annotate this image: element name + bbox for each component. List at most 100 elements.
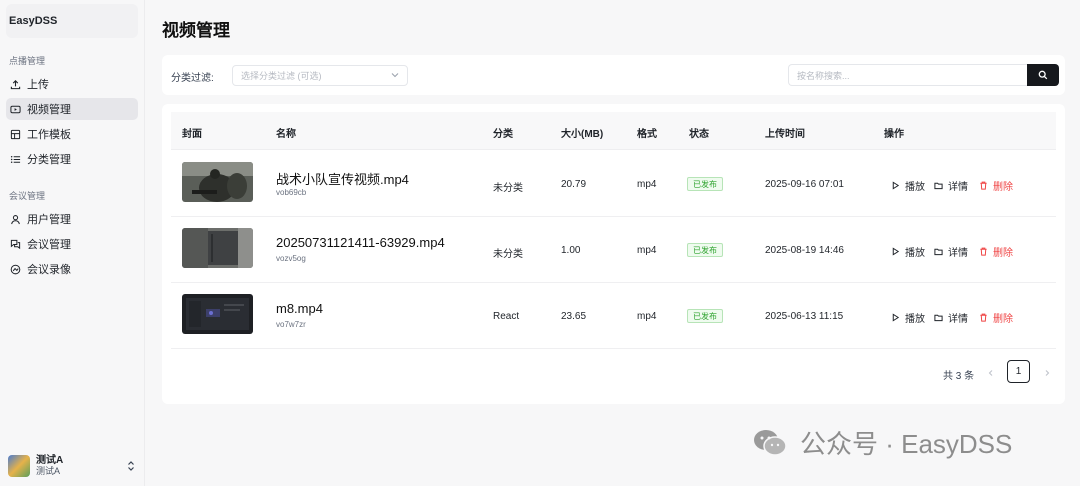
sidebar-item-label: 视频管理 — [27, 104, 71, 116]
video-name[interactable]: 战术小队宣传视频.mp4 — [276, 169, 409, 188]
col-header-actions: 操作 — [884, 129, 904, 140]
sidebar-item-meetings[interactable]: 会议管理 — [6, 233, 138, 255]
detail-label: 详情 — [948, 314, 968, 325]
status-badge: 已发布 — [687, 309, 723, 323]
sidebar-item-label: 上传 — [27, 79, 49, 91]
folder-icon — [934, 248, 943, 256]
template-icon — [9, 128, 21, 140]
list-icon — [9, 153, 21, 165]
delete-button[interactable]: 删除 — [979, 310, 1013, 325]
filter-bar: 分类过滤: 选择分类过滤 (可选) 按名称搜索... — [162, 55, 1065, 95]
sidebar-item-upload[interactable]: 上传 — [6, 73, 138, 95]
user-icon — [9, 213, 21, 225]
trash-icon — [980, 313, 987, 322]
sidebar-item-label: 工作模板 — [27, 129, 71, 141]
sidebar: EasyDSS 点播管理 上传 视频管理 工作模板 分类管理 会议管理 用户管理… — [0, 0, 145, 486]
play-button[interactable]: 播放 — [891, 178, 925, 193]
watermark: 公众号 · EasyDSS — [752, 424, 1012, 461]
play-icon — [892, 181, 900, 190]
pager-total: 共 3 条 — [943, 371, 975, 382]
brand-logo[interactable]: EasyDSS — [6, 4, 138, 38]
video-id: vo7w7zr — [276, 320, 306, 329]
avatar — [8, 455, 30, 477]
table-row: 20250731121411-63929.mp4 vozv5og 未分类 1.0… — [171, 217, 1056, 283]
chevron-left-icon — [988, 370, 993, 376]
user-subtitle: 测试A — [36, 466, 61, 476]
table-row: 战术小队宣传视频.mp4 vob69cb 未分类 20.79 mp4 已发布 2… — [171, 151, 1056, 217]
col-header-upload-time: 上传时间 — [765, 129, 805, 140]
search-placeholder: 按名称搜索... — [797, 70, 850, 81]
category-filter-select[interactable]: 选择分类过滤 (可选) — [232, 65, 408, 86]
status-badge: 已发布 — [687, 177, 723, 191]
search-input[interactable]: 按名称搜索... — [788, 64, 1028, 86]
user-name: 测试A — [36, 455, 64, 466]
detail-label: 详情 — [948, 182, 968, 193]
detail-button[interactable]: 详情 — [934, 310, 968, 325]
video-category: 未分类 — [493, 183, 523, 194]
nav-group-label-vod: 点播管理 — [9, 56, 46, 66]
record-icon — [9, 263, 21, 275]
video-category: React — [493, 311, 520, 322]
nav-group-label-meeting: 会议管理 — [9, 191, 46, 201]
play-label: 播放 — [905, 314, 925, 325]
folder-icon — [934, 182, 943, 190]
sidebar-item-video[interactable]: 视频管理 — [6, 98, 138, 120]
upload-time: 2025-08-19 14:46 — [765, 245, 844, 256]
video-size: 20.79 — [561, 179, 587, 190]
delete-label: 删除 — [993, 182, 1013, 193]
watermark-text: 公众号 · EasyDSS — [800, 429, 1013, 459]
video-thumbnail[interactable] — [182, 294, 253, 334]
sidebar-item-label: 用户管理 — [27, 214, 71, 226]
delete-label: 删除 — [993, 314, 1013, 325]
play-label: 播放 — [905, 182, 925, 193]
pager-page-button[interactable]: 1 — [1007, 360, 1030, 383]
sidebar-item-category[interactable]: 分类管理 — [6, 148, 138, 170]
video-name[interactable]: 20250731121411-63929.mp4 — [276, 235, 445, 250]
sidebar-item-label: 会议录像 — [27, 264, 71, 276]
video-format: mp4 — [637, 311, 657, 322]
pager-next-button[interactable] — [1040, 366, 1054, 380]
col-header-size: 大小(MB) — [561, 129, 604, 140]
page-title: 视频管理 — [162, 21, 230, 40]
delete-button[interactable]: 删除 — [979, 244, 1013, 259]
detail-button[interactable]: 详情 — [934, 178, 968, 193]
trash-icon — [980, 181, 987, 190]
video-thumbnail[interactable] — [182, 228, 253, 268]
col-header-name: 名称 — [276, 129, 296, 140]
table-header: 封面 名称 分类 大小(MB) 格式 状态 上传时间 操作 — [171, 112, 1056, 150]
video-id: vozv5og — [276, 254, 306, 263]
pager-prev-button[interactable] — [984, 366, 998, 380]
sidebar-item-users[interactable]: 用户管理 — [6, 208, 138, 230]
col-header-cover: 封面 — [182, 129, 202, 140]
filter-label: 分类过滤: — [171, 73, 214, 84]
status-badge: 已发布 — [687, 243, 723, 257]
sidebar-item-template[interactable]: 工作模板 — [6, 123, 138, 145]
col-header-status: 状态 — [689, 129, 709, 140]
detail-button[interactable]: 详情 — [934, 244, 968, 259]
delete-button[interactable]: 删除 — [979, 178, 1013, 193]
sidebar-item-label: 分类管理 — [27, 154, 71, 166]
video-icon — [9, 103, 21, 115]
trash-icon — [980, 247, 987, 256]
folder-icon — [934, 314, 943, 322]
chevron-up-down-icon[interactable] — [126, 459, 136, 473]
meeting-icon — [9, 238, 21, 250]
delete-label: 删除 — [993, 248, 1013, 259]
play-button[interactable]: 播放 — [891, 310, 925, 325]
category-filter-placeholder: 选择分类过滤 (可选) — [241, 71, 322, 81]
play-icon — [892, 247, 900, 256]
video-thumbnail[interactable] — [182, 162, 253, 202]
upload-time: 2025-06-13 11:15 — [765, 311, 844, 322]
play-button[interactable]: 播放 — [891, 244, 925, 259]
search-button[interactable] — [1027, 64, 1059, 86]
play-icon — [892, 313, 900, 322]
sidebar-item-recordings[interactable]: 会议录像 — [6, 258, 138, 280]
video-format: mp4 — [637, 245, 657, 256]
video-size: 23.65 — [561, 311, 587, 322]
chevron-down-icon — [391, 73, 399, 78]
search-icon — [1038, 70, 1048, 80]
col-header-format: 格式 — [637, 129, 657, 140]
upload-icon — [9, 78, 21, 90]
video-name[interactable]: m8.mp4 — [276, 301, 323, 316]
user-menu[interactable]: 测试A 测试A — [8, 452, 136, 480]
